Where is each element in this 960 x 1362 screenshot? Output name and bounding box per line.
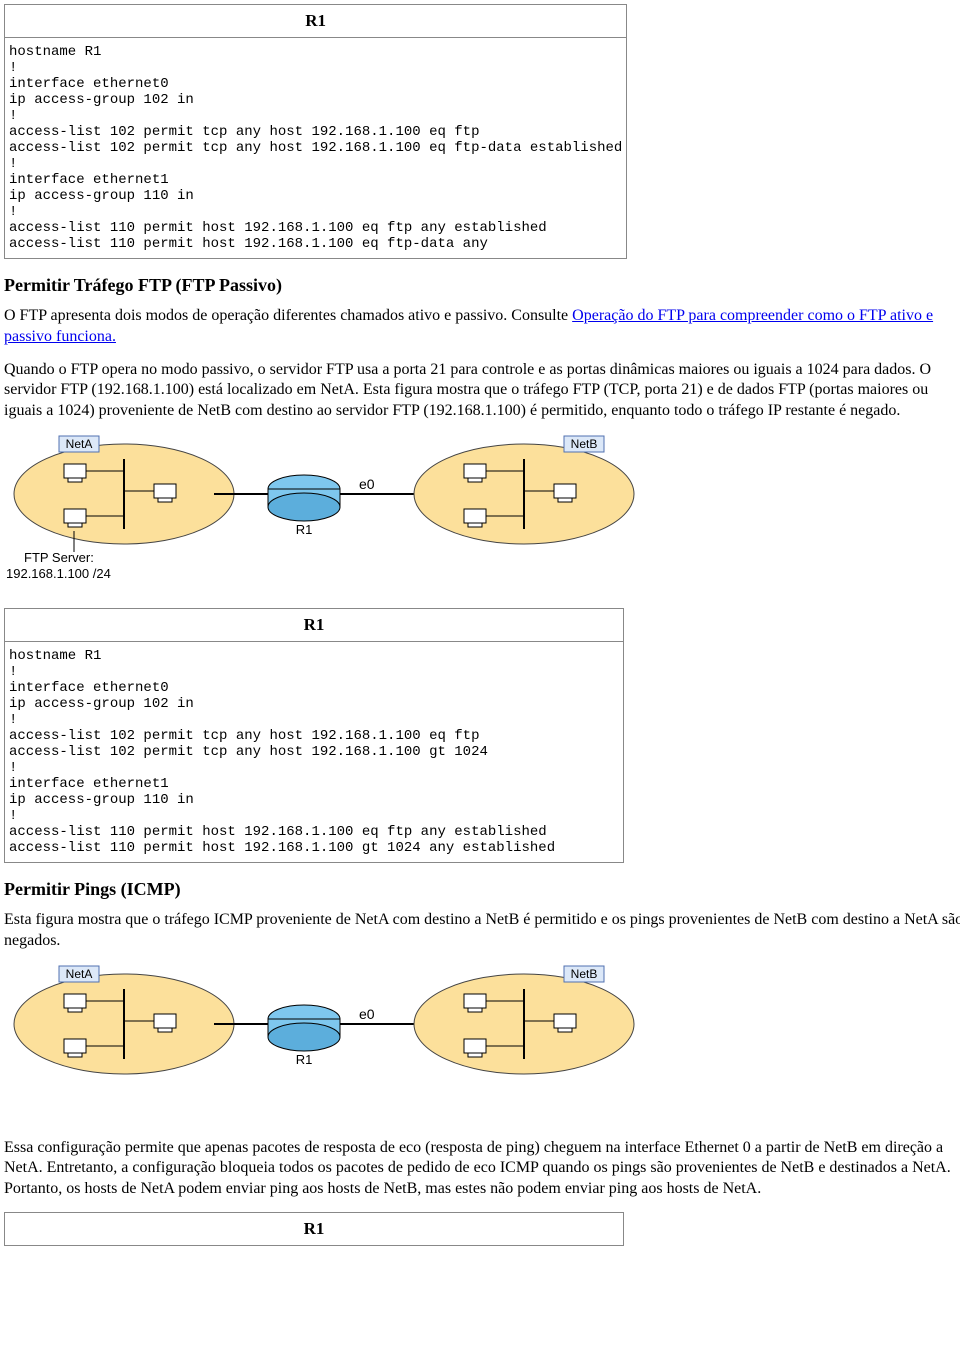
network-diagram-2: NetA R1 e0 NetB — [4, 964, 644, 1124]
network-diagram-1: NetA FTP Server: 192.168.1.100 /24 R1 e0… — [4, 434, 644, 594]
diagram-label-ftp-server: FTP Server: — [24, 550, 94, 565]
config-title: R1 — [5, 608, 624, 641]
paragraph-icmp-1: Esta figura mostra que o tráfego ICMP pr… — [4, 910, 960, 952]
config-body: hostname R1 ! interface ethernet0 ip acc… — [5, 38, 627, 259]
heading-ftp-passive: Permitir Tráfego FTP (FTP Passivo) — [4, 275, 960, 296]
config-title: R1 — [5, 5, 627, 38]
heading-icmp: Permitir Pings (ICMP) — [4, 879, 960, 900]
config-title: R1 — [5, 1212, 624, 1245]
text-segment: O FTP apresenta dois modos de operação d… — [4, 307, 572, 324]
diagram-label-router: R1 — [296, 522, 313, 537]
config-table-r1-3: R1 — [4, 1212, 624, 1246]
diagram-label-neta: NetA — [66, 967, 93, 981]
config-table-r1-1: R1 hostname R1 ! interface ethernet0 ip … — [4, 4, 627, 259]
config-body: hostname R1 ! interface ethernet0 ip acc… — [5, 641, 624, 862]
diagram-label-iface: e0 — [359, 1006, 375, 1022]
diagram-label-netb: NetB — [571, 967, 598, 981]
diagram-label-iface: e0 — [359, 476, 375, 492]
config-table-r1-2: R1 hostname R1 ! interface ethernet0 ip … — [4, 608, 624, 863]
diagram-label-neta: NetA — [66, 437, 93, 451]
diagram-label-netb: NetB — [571, 437, 598, 451]
diagram-label-ftp-ip: 192.168.1.100 /24 — [6, 566, 111, 581]
paragraph-ftp-passive-1: O FTP apresenta dois modos de operação d… — [4, 306, 960, 348]
paragraph-icmp-2: Essa configuração permite que apenas pac… — [4, 1138, 960, 1200]
diagram-label-router: R1 — [296, 1052, 313, 1067]
paragraph-ftp-passive-2: Quando o FTP opera no modo passivo, o se… — [4, 360, 960, 422]
